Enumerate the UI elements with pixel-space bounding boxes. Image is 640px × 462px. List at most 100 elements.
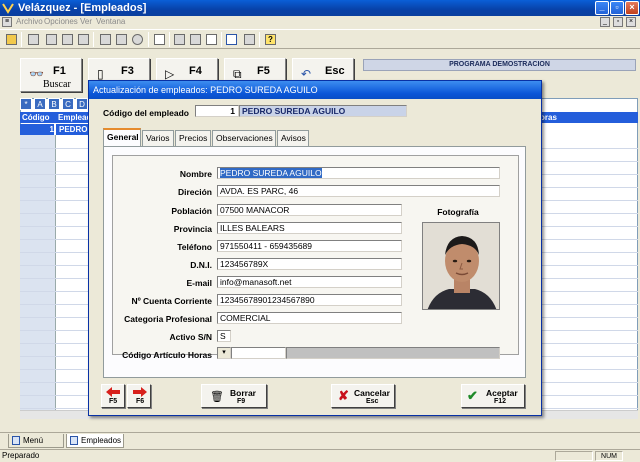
email-label: E-mail (186, 278, 212, 288)
maximize-button[interactable]: ▫ (610, 1, 624, 15)
window-tabs: Menú inicial Empleados (0, 432, 640, 458)
code-label: Código del empleado (103, 108, 189, 118)
status-text: Preparado (2, 451, 40, 460)
arrow-left-icon (106, 387, 120, 397)
open-folder-icon[interactable] (4, 32, 19, 47)
menu-ver[interactable]: Ver (80, 16, 92, 28)
print-icon[interactable] (172, 32, 187, 47)
f1-buscar-button[interactable]: 👓 F1 Buscar (20, 58, 82, 92)
dni-field[interactable]: 123456789X (217, 258, 402, 270)
minimize-button[interactable]: _ (595, 1, 609, 15)
mdi-close-icon[interactable]: × (626, 17, 636, 27)
direccion-field[interactable]: AVDA. ES PARC, 46 (217, 185, 500, 197)
employee-edit-dialog: Actualización de empleados: PEDRO SUREDA… (88, 80, 542, 416)
window-titlebar: Velázquez - [Empleados] _ ▫ × (0, 0, 640, 16)
articulo-description (286, 347, 500, 359)
toolbar: ? (0, 29, 640, 49)
document-icon (70, 436, 78, 445)
grid-letter[interactable]: C (62, 98, 74, 110)
screen-icon[interactable] (224, 32, 239, 47)
grid-letter[interactable]: * (20, 98, 32, 110)
app-icon (2, 3, 14, 14)
activo-field[interactable]: S (217, 330, 231, 342)
num-lock-indicator: NUM (595, 451, 623, 461)
articulo-lookup-icon[interactable]: ▾ (217, 347, 231, 359)
articulo-field[interactable] (231, 347, 286, 359)
categoria-label: Categoria Profesional (124, 314, 212, 324)
cut-icon[interactable] (44, 32, 59, 47)
tab-varios[interactable]: Varios (142, 130, 174, 146)
document-icon (12, 436, 20, 445)
cancelar-button[interactable]: ✘ Cancelar Esc (331, 384, 395, 408)
arrow-right-icon (133, 387, 147, 397)
grid-letter[interactable]: B (48, 98, 60, 110)
search-icon[interactable] (130, 32, 145, 47)
menu-archivo[interactable]: Archivo (16, 16, 43, 28)
cuenta-field[interactable]: 12345678901234567890 (217, 294, 402, 306)
grid-letter[interactable]: D (76, 98, 88, 110)
binoculars-icon: 👓 (29, 67, 44, 81)
nombre-field[interactable]: PEDRO SUREDA AGUILO (217, 167, 500, 179)
menu-opciones[interactable]: Opciones (44, 16, 78, 28)
demo-banner: PROGRAMA DEMOSTRACION (363, 59, 636, 71)
document-icon[interactable] (152, 32, 167, 47)
tab-avisos[interactable]: Avisos (277, 130, 309, 146)
undo-icon: ↶ (301, 67, 312, 81)
preview-icon[interactable] (188, 32, 203, 47)
previous-record-button[interactable]: F5 (101, 384, 125, 408)
provincia-field[interactable]: ILLES BALEARS (217, 222, 402, 234)
paste-icon[interactable] (76, 32, 91, 47)
provincia-label: Provincia (173, 224, 212, 234)
binoculars-icon[interactable] (114, 32, 129, 47)
check-icon: ✔ (467, 388, 478, 403)
categoria-field[interactable]: COMERCIAL (217, 312, 402, 324)
grid-header-horas[interactable]: oras (540, 112, 557, 123)
telefono-field[interactable]: 971550411 - 659435689 (217, 240, 402, 252)
nombre-label: Nombre (179, 169, 212, 179)
poblacion-label: Población (171, 206, 212, 216)
grid-letter[interactable]: A (34, 98, 46, 110)
tab-general[interactable]: General (103, 128, 141, 146)
eraser-icon[interactable] (242, 32, 257, 47)
edit-icon[interactable] (26, 32, 41, 47)
aceptar-button[interactable]: ✔ Aceptar F12 (461, 384, 525, 408)
window-icon[interactable] (98, 32, 113, 47)
mdi-minimize-icon[interactable]: _ (600, 17, 610, 27)
code-name-display: PEDRO SUREDA AGUILO (239, 105, 407, 117)
status-bar: Preparado NUM (0, 449, 640, 461)
window-title: Velázquez - [Empleados] (18, 2, 147, 14)
menu-ventana[interactable]: Ventana (96, 16, 125, 28)
trash-icon: 🗑 (210, 391, 224, 403)
employee-photo[interactable] (422, 222, 500, 310)
email-field[interactable]: info@manasoft.net (217, 276, 402, 288)
portrait-image (423, 223, 499, 309)
mdi-restore-icon[interactable]: ▫ (613, 17, 623, 27)
direccion-label: Direción (177, 187, 212, 197)
cancel-x-icon: ✘ (338, 388, 349, 403)
document-icon: ▯ (97, 67, 104, 81)
dialog-title: Actualización de empleados: PEDRO SUREDA… (89, 81, 541, 99)
grid-header-codigo[interactable]: Código (22, 112, 50, 123)
poblacion-field[interactable]: 07500 MANACOR (217, 204, 402, 216)
activo-label: Activo S/N (169, 332, 212, 342)
tab-precios[interactable]: Precios (175, 130, 211, 146)
arrow-document-icon: ▷ (165, 67, 175, 81)
articulo-label: Código Artículo Horas (122, 350, 212, 360)
photo-label: Fotografía (437, 207, 479, 217)
menu-bar: ≡ Archivo Opciones Ver Ventana _ ▫ × (0, 16, 640, 29)
tab-observaciones[interactable]: Observaciones (212, 130, 276, 146)
mdi-document-icon[interactable]: ≡ (2, 17, 12, 27)
help-icon[interactable]: ? (263, 32, 278, 47)
code-field[interactable]: 1 (195, 105, 239, 117)
telefono-label: Teléfono (177, 242, 212, 252)
dni-label: D.N.I. (190, 260, 212, 270)
copy-icon[interactable] (60, 32, 75, 47)
grid-header-empleado[interactable]: Emplead (58, 112, 91, 123)
next-record-button[interactable]: F6 (127, 384, 151, 408)
borrar-button[interactable]: 🗑 Borrar F9 (201, 384, 267, 408)
status-cell (555, 451, 593, 461)
tab-menu-inicial[interactable]: Menú inicial (8, 434, 64, 458)
page-icon[interactable] (204, 32, 219, 47)
tab-empleados[interactable]: Empleados (66, 434, 124, 448)
close-button[interactable]: × (625, 1, 639, 15)
